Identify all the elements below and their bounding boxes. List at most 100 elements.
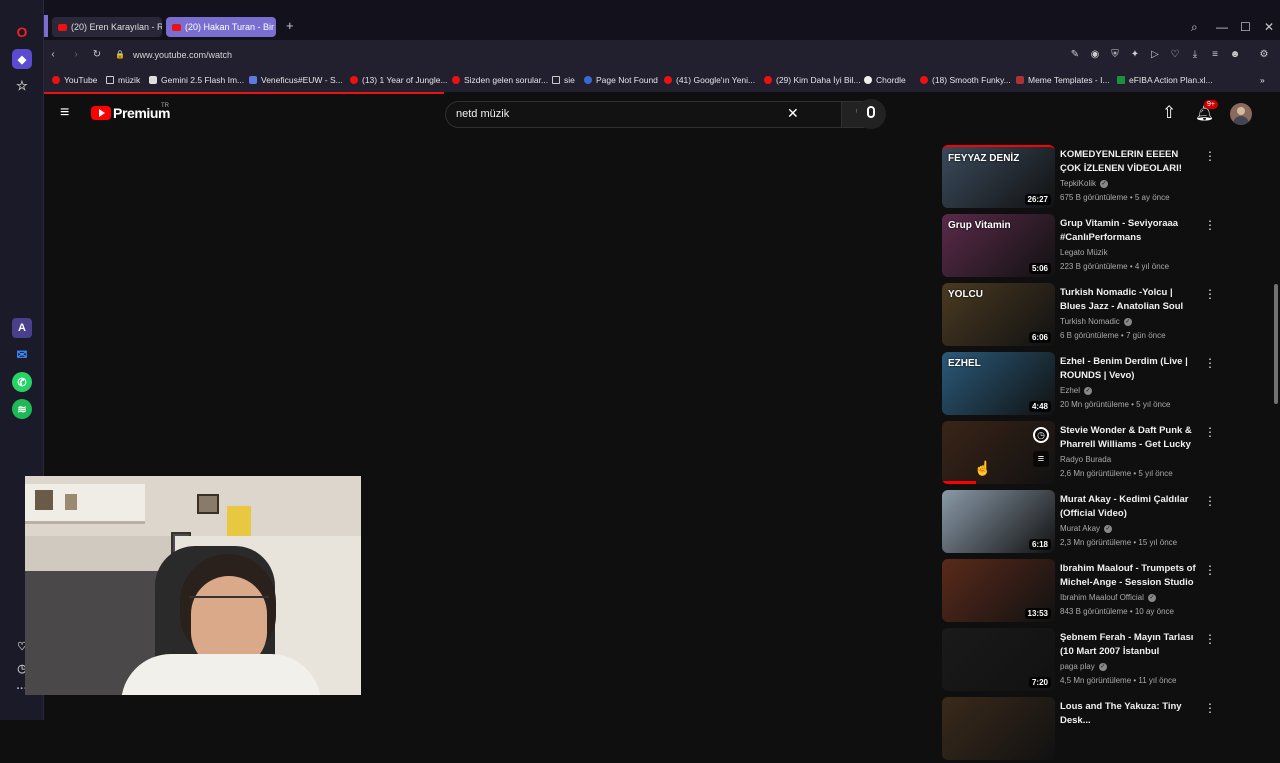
channel-name[interactable]: Legato Müzik [1060, 248, 1108, 257]
recommendation-item[interactable]: Lous and The Yakuza: Tiny Desk... ⋮ [942, 697, 1222, 763]
back-icon[interactable]: ‹ [47, 49, 59, 61]
video-title[interactable]: Turkish Nomadic -Yolcu | Blues Jazz - An… [1060, 286, 1198, 314]
maximize-button[interactable]: ☐ [1240, 20, 1251, 34]
close-window-button[interactable]: ✕ [1264, 20, 1274, 34]
extension-icon[interactable]: ✦ [1129, 49, 1141, 61]
bookmark-item[interactable]: Chordle [864, 75, 906, 85]
reload-icon[interactable]: ↻ [91, 49, 103, 61]
bookmark-item[interactable]: Page Not Found [584, 75, 658, 85]
recommendation-item[interactable]: 6:18 Murat Akay - Kedimi Çaldılar (Offici… [942, 490, 1222, 556]
channel-name[interactable]: Turkish Nomadic ✓ [1060, 317, 1132, 326]
bookmark-item[interactable]: (18) Smooth Funky... [920, 75, 1011, 85]
video-thumbnail[interactable]: YOLCU 6:06 [942, 283, 1055, 346]
bookmark-item[interactable]: Sizden gelen sorular... [452, 75, 548, 85]
more-options-icon[interactable]: ⋮ [1204, 564, 1216, 576]
shield-icon[interactable]: ⛨ [1109, 49, 1121, 61]
menu-lines-icon[interactable]: ≡ [1209, 49, 1221, 61]
recommendation-item[interactable]: 13:53 Ibrahim Maalouf - Trumpets of Miche… [942, 559, 1222, 625]
more-options-icon[interactable]: ⋮ [1204, 426, 1216, 438]
add-to-queue-icon[interactable]: ≡ [1033, 451, 1049, 467]
recommendation-item[interactable]: ◷ ≡ Stevie Wonder & Daft Punk & Pharrell W… [942, 421, 1222, 487]
channel-name[interactable]: Ibrahim Maalouf Official ✓ [1060, 593, 1156, 602]
camera-icon[interactable]: ◉ [1089, 49, 1101, 61]
channel-name[interactable]: paga play ✓ [1060, 662, 1107, 671]
video-thumbnail[interactable]: Grup Vitamin 5:06 [942, 214, 1055, 277]
video-thumbnail[interactable]: ◷ ≡ [942, 421, 1055, 484]
download-icon[interactable]: ⤓ [1189, 49, 1201, 61]
video-thumbnail[interactable]: EZHEL 4:48 [942, 352, 1055, 415]
tab-eren-karayilan[interactable]: (20) Eren Karayılan - Rüya [52, 17, 162, 37]
settings-icon[interactable]: ⚙ [1258, 49, 1270, 61]
whatsapp-icon[interactable]: ✆ [12, 372, 32, 392]
video-title[interactable]: Stevie Wonder & Daft Punk & Pharrell Wil… [1060, 424, 1198, 452]
more-options-icon[interactable]: ⋮ [1204, 219, 1216, 231]
new-tab-button[interactable]: + [286, 18, 294, 33]
more-options-icon[interactable]: ⋮ [1204, 702, 1216, 714]
bookmark-item[interactable]: sie [552, 75, 575, 85]
play-icon[interactable]: ▷ [1149, 49, 1161, 61]
video-meta: 2,3 Mn görüntüleme • 15 yıl önce [1060, 538, 1178, 547]
channel-name[interactable]: Murat Akay ✓ [1060, 524, 1113, 533]
heart-icon[interactable]: ♡ [1169, 49, 1181, 61]
upload-icon[interactable]: ⇧ [1162, 103, 1176, 123]
channel-name[interactable]: Radyo Burada [1060, 455, 1111, 464]
bookmark-item[interactable]: (41) Google'ın Yeni... [664, 75, 755, 85]
video-thumbnail[interactable]: FEYYAZ DENİZ 26:27 [942, 145, 1055, 208]
bookmark-item[interactable]: (29) Kim Daha İyi Bil... [764, 75, 861, 85]
avatar[interactable] [1230, 103, 1252, 125]
recommendation-item[interactable]: EZHEL 4:48 Ezhel - Benim Derdim (Live | RO… [942, 352, 1222, 418]
bookmark-item[interactable]: (13) 1 Year of Jungle... [350, 75, 448, 85]
spotify-icon[interactable]: ≋ [12, 399, 32, 419]
search-tabs-icon[interactable]: ⌕ [1191, 20, 1198, 35]
video-title[interactable]: Lous and The Yakuza: Tiny Desk... [1060, 700, 1198, 727]
aria-icon[interactable]: A [12, 318, 32, 338]
folder-icon [552, 76, 560, 84]
video-thumbnail[interactable]: 6:18 [942, 490, 1055, 553]
channel-name[interactable]: TepkiKolik ✓ [1060, 179, 1109, 188]
bookmark-item[interactable]: YouTube [52, 75, 97, 85]
channel-name[interactable]: Ezhel ✓ [1060, 386, 1093, 395]
video-thumbnail[interactable]: 13:53 [942, 559, 1055, 622]
notification-badge: 9+ [1204, 100, 1218, 109]
video-title[interactable]: Grup Vitamin - Seviyoraaa #CanlıPerforma… [1060, 217, 1198, 244]
forward-icon[interactable]: › [70, 49, 82, 61]
opera-logo-icon[interactable]: O [12, 22, 32, 42]
bookmark-item[interactable]: eFIBA Action Plan.xl... [1117, 75, 1213, 85]
more-options-icon[interactable]: ⋮ [1204, 495, 1216, 507]
speed-dial-icon[interactable]: ◆ [12, 49, 32, 69]
bookmarks-sidebar-icon[interactable]: ☆ [12, 76, 32, 96]
watch-later-icon[interactable]: ◷ [1033, 427, 1049, 443]
profile-icon[interactable]: ☻ [1229, 49, 1241, 61]
scrollbar-thumb[interactable] [1274, 284, 1278, 404]
tab-hakan-turan[interactable]: (20) Hakan Turan - Bir Lo... [166, 17, 276, 37]
more-options-icon[interactable]: ⋮ [1204, 357, 1216, 369]
voice-search-button[interactable] [856, 99, 886, 129]
messenger-icon[interactable]: ✉ [12, 345, 32, 365]
recommendation-item[interactable]: FEYYAZ DENİZ 26:27 KOMEDYENLERIN EEEEN ÇOK… [942, 145, 1222, 211]
url-text[interactable]: www.youtube.com/watch [133, 50, 232, 60]
bookmark-item[interactable]: Meme Templates - I... [1016, 75, 1110, 85]
video-title[interactable]: Ibrahim Maalouf - Trumpets of Michel-Ang… [1060, 562, 1198, 589]
bookmark-item[interactable]: Gemini 2.5 Flash Im... [149, 75, 244, 85]
bookmark-item[interactable]: müzik [106, 75, 140, 85]
edit-icon[interactable]: ✎ [1069, 49, 1081, 61]
minimize-button[interactable]: — [1216, 20, 1228, 34]
more-options-icon[interactable]: ⋮ [1204, 150, 1216, 162]
bookmarks-overflow-icon[interactable]: » [1260, 75, 1265, 85]
recommendation-item[interactable]: 7:20 Şebnem Ferah - Mayın Tarlası (10 Mar… [942, 628, 1222, 694]
clear-search-icon[interactable]: ✕ [787, 105, 799, 122]
video-title[interactable]: Şebnem Ferah - Mayın Tarlası (10 Mart 20… [1060, 631, 1198, 659]
video-title[interactable]: KOMEDYENLERIN EEEEN ÇOK İZLENEN VİDEOLAR… [1060, 148, 1198, 175]
bookmark-item[interactable]: Veneficus#EUW - S... [249, 75, 343, 85]
video-thumbnail[interactable] [942, 697, 1055, 760]
video-title[interactable]: Murat Akay - Kedimi Çaldılar (Official V… [1060, 493, 1198, 520]
more-options-icon[interactable]: ⋮ [1204, 633, 1216, 645]
recommendation-item[interactable]: Grup Vitamin 5:06 Grup Vitamin - Seviyoraa… [942, 214, 1222, 280]
youtube-logo-icon[interactable] [91, 106, 111, 120]
video-thumbnail[interactable]: 7:20 [942, 628, 1055, 691]
search-input[interactable]: netd müzik [456, 108, 509, 120]
video-title[interactable]: Ezhel - Benim Derdim (Live | ROUNDS | Ve… [1060, 355, 1198, 382]
more-options-icon[interactable]: ⋮ [1204, 288, 1216, 300]
recommendation-item[interactable]: YOLCU 6:06 Turkish Nomadic -Yolcu | Blues … [942, 283, 1222, 349]
hamburger-menu-icon[interactable]: ≡ [60, 105, 69, 121]
